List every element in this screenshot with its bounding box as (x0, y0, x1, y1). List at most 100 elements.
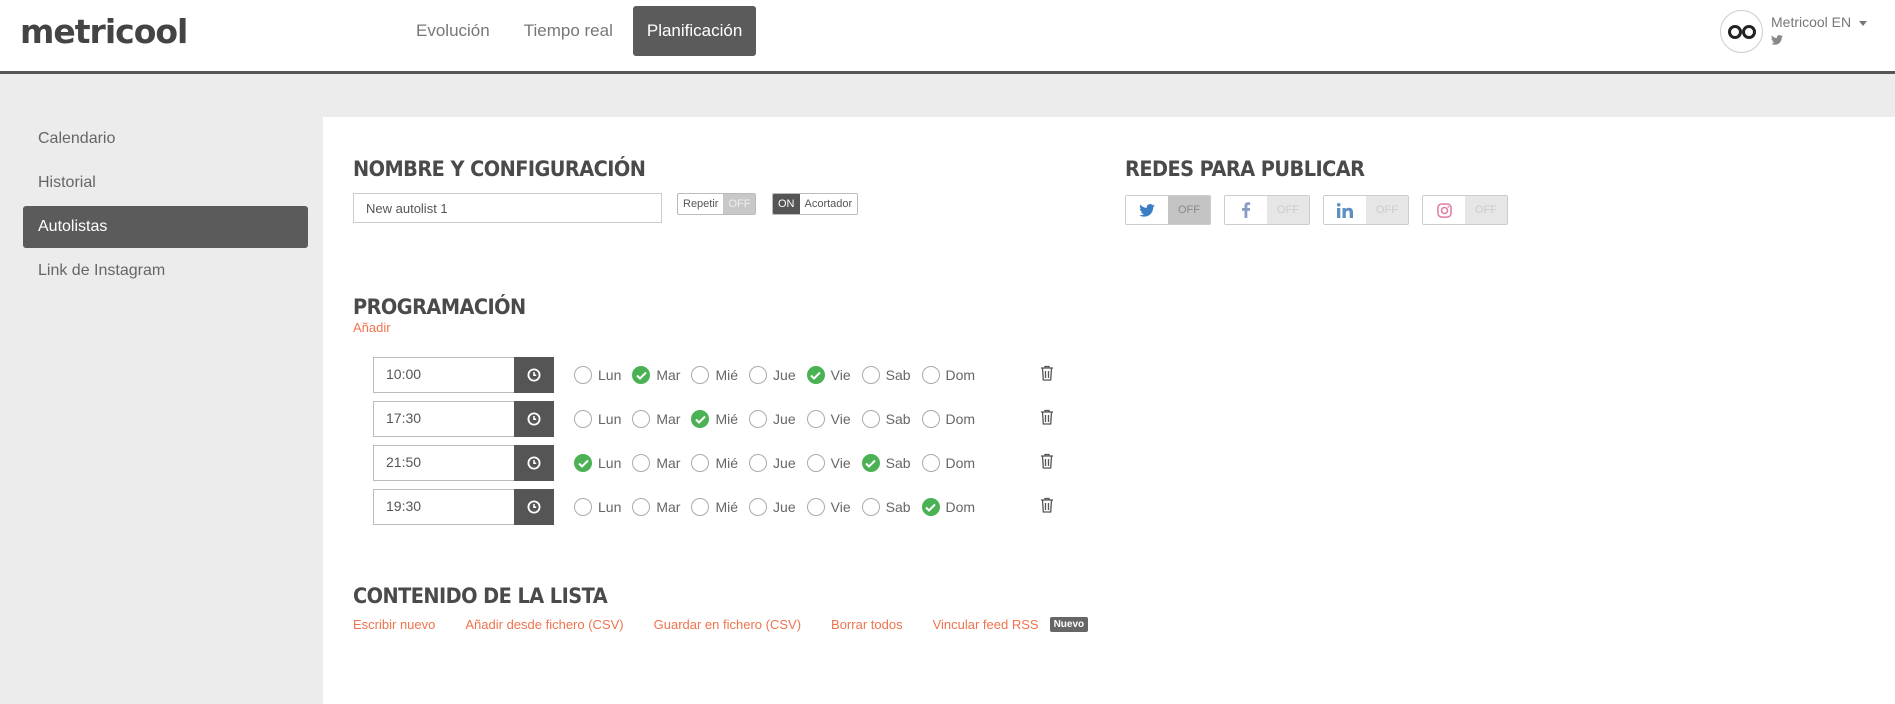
day-label: Mié (715, 499, 739, 515)
trash-icon[interactable] (1040, 453, 1054, 474)
sidebar-item-autolistas[interactable]: Autolistas (23, 206, 308, 248)
day-label: Lun (598, 367, 622, 383)
import-csv-link[interactable]: Añadir desde fichero (CSV) (465, 617, 623, 632)
checked-icon (632, 366, 651, 384)
day-checkbox[interactable]: Vie (806, 410, 862, 428)
day-checkbox[interactable]: Dom (921, 498, 987, 516)
tab-planificacion[interactable]: Planificación (632, 6, 757, 56)
clock-icon (527, 368, 541, 382)
trash-icon[interactable] (1040, 409, 1054, 430)
day-label: Sab (885, 411, 911, 427)
unchecked-circle (806, 410, 825, 428)
network-facebook-toggle[interactable]: OFF (1224, 195, 1310, 225)
main-panel: NOMBRE Y CONFIGURACIÓN Repetir OFF ON Ac… (323, 117, 1895, 704)
day-checkbox[interactable]: Jue (749, 454, 807, 472)
day-checkbox[interactable]: Lun (574, 410, 632, 428)
time-input[interactable]: 19:30 (373, 489, 514, 525)
network-instagram-toggle[interactable]: OFF (1422, 195, 1508, 225)
day-checkbox[interactable]: Mié (691, 498, 749, 516)
day-checkbox[interactable]: Lun (574, 454, 632, 472)
day-checkbox[interactable]: Dom (921, 454, 987, 472)
sidebar-item-historial[interactable]: Historial (23, 162, 308, 204)
day-label: Mar (656, 455, 681, 471)
repeat-toggle[interactable]: Repetir OFF (677, 193, 757, 215)
day-checkbox[interactable]: Sab (861, 410, 922, 428)
network-twitter-toggle[interactable]: OFF (1125, 195, 1211, 225)
checked-icon (574, 454, 592, 472)
day-checkbox[interactable]: Mar (632, 454, 691, 472)
unchecked-circle (749, 410, 768, 428)
unchecked-circle (749, 498, 768, 516)
unchecked-circle (632, 498, 651, 516)
day-checkbox[interactable]: Jue (749, 498, 807, 516)
day-label: Dom (945, 367, 976, 383)
schedule-row: 17:30 Lun Mar Mié Jue Vie Sab Dom (373, 401, 1054, 437)
content-actions: Escribir nuevo Añadir desde fichero (CSV… (353, 617, 1089, 632)
day-checkbox[interactable]: Lun (574, 498, 632, 516)
time-input[interactable]: 21:50 (373, 445, 514, 481)
unchecked-circle (806, 498, 825, 516)
day-label: Vie (830, 455, 851, 471)
day-checkbox[interactable]: Vie (806, 454, 862, 472)
linkedin-state: OFF (1366, 196, 1408, 224)
time-input[interactable]: 17:30 (373, 401, 514, 437)
shortener-toggle[interactable]: ON Acortador (772, 193, 859, 215)
day-checkbox[interactable]: Mar (632, 498, 691, 516)
rss-feed-link[interactable]: Vincular feed RSS (933, 617, 1039, 632)
clock-button[interactable] (514, 357, 554, 393)
day-label: Jue (773, 367, 796, 383)
sidebar-item-link-instagram[interactable]: Link de Instagram (23, 250, 308, 292)
tab-tiempo-real[interactable]: Tiempo real (510, 6, 627, 56)
day-checkbox[interactable]: Jue (749, 410, 807, 428)
linkedin-icon (1324, 196, 1366, 224)
autolist-name-input[interactable] (353, 193, 662, 223)
tab-evolucion[interactable]: Evolución (402, 6, 504, 56)
day-checkbox[interactable]: Dom (921, 410, 987, 428)
write-new-link[interactable]: Escribir nuevo (353, 617, 435, 632)
twitter-icon (1126, 196, 1168, 224)
network-linkedin-toggle[interactable]: OFF (1323, 195, 1409, 225)
trash-icon[interactable] (1040, 497, 1054, 518)
unchecked-circle (861, 410, 880, 428)
shortener-label: Acortador (804, 198, 853, 210)
day-label: Mar (656, 367, 681, 383)
day-checkbox[interactable]: Lun (574, 366, 632, 384)
delete-all-link[interactable]: Borrar todos (831, 617, 903, 632)
day-checkbox[interactable]: Sab (861, 366, 922, 384)
repeat-state: OFF (723, 194, 756, 214)
day-label: Jue (773, 455, 796, 471)
checked-icon (691, 410, 710, 428)
unchecked-circle (574, 366, 592, 384)
day-checkbox[interactable]: Vie (806, 498, 862, 516)
day-label: Mié (715, 367, 739, 383)
account-name[interactable]: Metricool EN (1771, 14, 1868, 30)
day-checkbox[interactable]: Mié (691, 454, 749, 472)
day-label: Mar (656, 499, 681, 515)
day-checkbox[interactable]: Mié (691, 410, 749, 428)
day-checkbox[interactable]: Sab (861, 454, 922, 472)
clock-button[interactable] (514, 489, 554, 525)
main-nav: Evolución Tiempo real Planificación (402, 6, 757, 56)
time-input[interactable]: 10:00 (373, 357, 514, 393)
day-label: Sab (885, 499, 911, 515)
day-checkbox[interactable]: Mar (632, 410, 691, 428)
day-checkbox[interactable]: Mar (632, 366, 691, 384)
unchecked-circle (749, 454, 768, 472)
add-schedule-link[interactable]: Añadir (353, 320, 391, 335)
day-checkbox[interactable]: Jue (749, 366, 807, 384)
day-label: Mié (715, 411, 739, 427)
trash-icon[interactable] (1040, 365, 1054, 386)
metricool-logo[interactable]: metricool (20, 12, 188, 51)
avatar[interactable] (1720, 10, 1763, 53)
day-label: Lun (598, 455, 622, 471)
export-csv-link[interactable]: Guardar en fichero (CSV) (654, 617, 801, 632)
clock-button[interactable] (514, 445, 554, 481)
account-menu[interactable]: Metricool EN (1720, 10, 1868, 53)
day-checkbox[interactable]: Dom (921, 366, 987, 384)
day-checkbox[interactable]: Mié (691, 366, 749, 384)
clock-button[interactable] (514, 401, 554, 437)
day-checkbox[interactable]: Vie (806, 366, 862, 384)
day-label: Lun (598, 499, 622, 515)
day-checkbox[interactable]: Sab (861, 498, 922, 516)
sidebar-item-calendario[interactable]: Calendario (23, 118, 308, 160)
